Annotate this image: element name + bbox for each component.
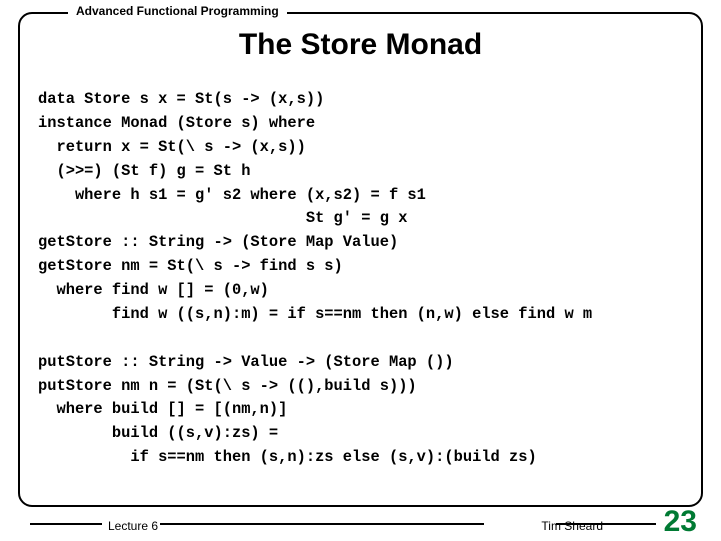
footer-rule: [556, 523, 656, 525]
course-header: Advanced Functional Programming: [68, 4, 287, 18]
code-block: data Store s x = St(s -> (x,s)) instance…: [38, 88, 701, 470]
author-label: Tim Sheard: [541, 519, 603, 533]
footer-rule: [160, 523, 484, 525]
lecture-label: Lecture 6: [108, 519, 158, 533]
page-number: 23: [664, 505, 697, 539]
footer-rule: [30, 523, 102, 525]
footer: Lecture 6 Tim Sheard 23: [0, 511, 721, 535]
slide-title: The Store Monad: [0, 28, 721, 62]
